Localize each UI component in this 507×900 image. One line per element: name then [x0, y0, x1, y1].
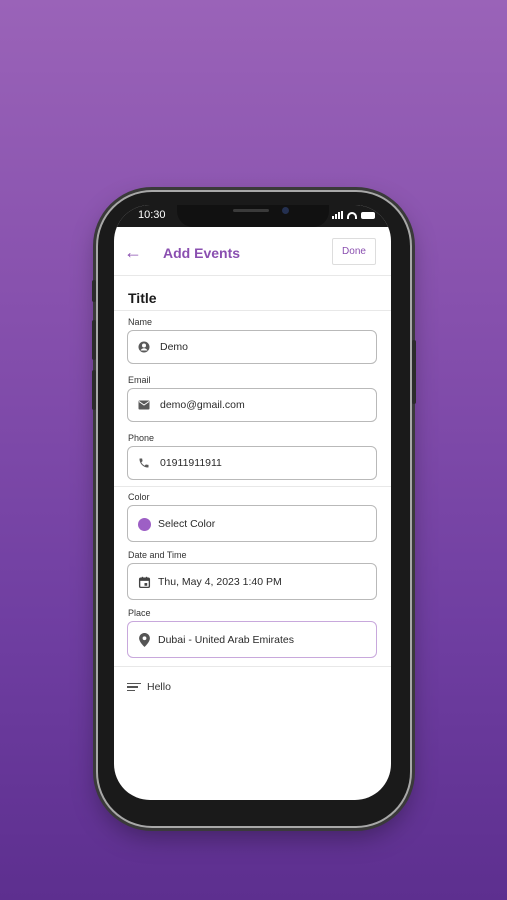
wifi-icon: [347, 211, 357, 219]
volume-up-button: [92, 320, 96, 360]
datetime-value: Thu, May 4, 2023 1:40 PM: [158, 576, 282, 588]
phone-icon: [137, 456, 151, 470]
place-field[interactable]: Dubai - United Arab Emirates: [127, 621, 377, 658]
front-camera: [282, 207, 289, 214]
color-value: Select Color: [158, 518, 216, 530]
section-title: Title: [128, 290, 157, 306]
speaker: [233, 209, 269, 212]
phone-screen: 10:30 ← Add Events Done Title Name Demo …: [114, 205, 391, 800]
back-arrow-icon[interactable]: ←: [124, 242, 142, 262]
color-swatch: [137, 517, 151, 531]
power-button: [412, 340, 416, 404]
color-label: Color: [128, 492, 150, 502]
name-field[interactable]: Demo: [127, 330, 377, 364]
datetime-label: Date and Time: [128, 550, 187, 560]
status-bar: 10:30: [114, 205, 391, 227]
place-label: Place: [128, 608, 151, 618]
calendar-icon: [137, 575, 151, 589]
done-button[interactable]: Done: [332, 238, 376, 265]
divider: [114, 310, 391, 311]
notes-icon: [127, 682, 141, 692]
person-icon: [137, 340, 151, 354]
location-pin-icon: [137, 633, 151, 647]
email-field[interactable]: demo@gmail.com: [127, 388, 377, 422]
page-title: Add Events: [163, 245, 241, 261]
name-label: Name: [128, 317, 153, 327]
divider: [114, 486, 391, 487]
divider: [114, 666, 391, 667]
color-dot-icon: [137, 517, 151, 531]
status-time: 10:30: [138, 209, 166, 221]
email-label: Email: [128, 375, 151, 385]
datetime-field[interactable]: Thu, May 4, 2023 1:40 PM: [127, 563, 377, 600]
signal-icon: [332, 211, 343, 219]
email-value: demo@gmail.com: [160, 399, 245, 411]
phone-field[interactable]: 01911911911: [127, 446, 377, 480]
phone-frame: 10:30 ← Add Events Done Title Name Demo …: [92, 192, 416, 826]
status-icons: [332, 211, 375, 219]
color-field[interactable]: Select Color: [127, 505, 377, 542]
mail-icon: [137, 398, 151, 412]
name-value: Demo: [160, 341, 189, 353]
notch: [177, 205, 329, 227]
app-header: ← Add Events Done: [114, 234, 391, 276]
notes-row[interactable]: Hello: [127, 681, 171, 693]
volume-down-button: [92, 370, 96, 410]
battery-icon: [361, 211, 375, 219]
mute-switch: [92, 280, 96, 302]
place-value: Dubai - United Arab Emirates: [158, 634, 294, 646]
phone-value: 01911911911: [160, 457, 222, 469]
notes-value: Hello: [147, 681, 171, 693]
phone-label: Phone: [128, 433, 155, 443]
